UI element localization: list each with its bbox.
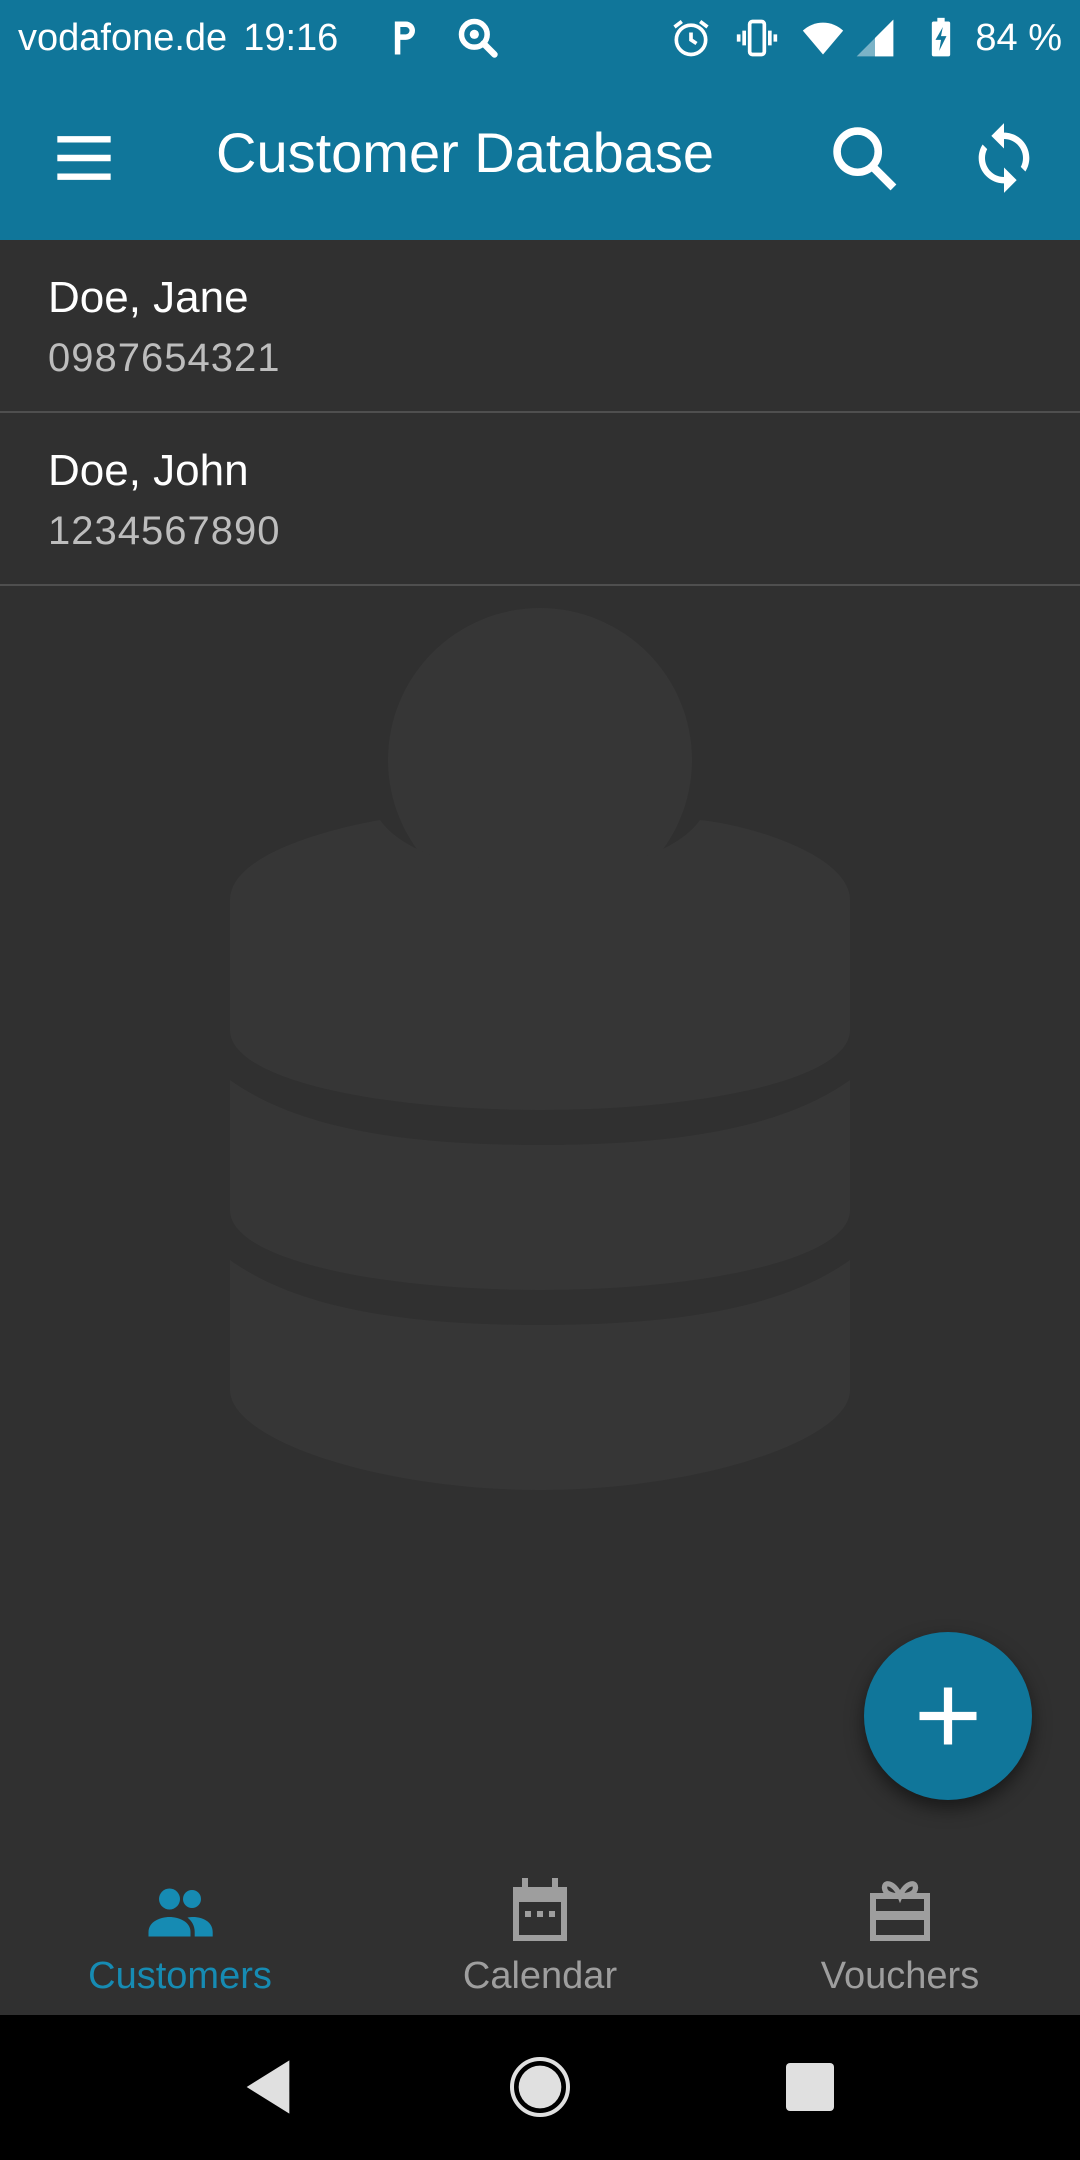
add-customer-button[interactable] [864,1632,1032,1800]
list-item[interactable]: Doe, Jane 0987654321 [0,240,1080,413]
customer-phone: 1234567890 [48,509,281,553]
vibrate-icon [735,16,779,60]
nav-label-customers: Customers [88,1955,272,1997]
sync-icon [978,123,1030,193]
carrier-label: vodafone.de [18,16,228,59]
page-title: Customer Database [216,121,715,184]
home-button[interactable] [508,2055,572,2119]
menu-button[interactable] [48,126,120,190]
bottom-navigation: Customers Calendar Vouchers [0,1845,1080,2015]
menu-icon [57,136,111,180]
signal-icon [853,16,897,60]
customer-phone: 0987654321 [48,336,281,380]
back-button[interactable] [236,2055,300,2119]
nav-item-calendar[interactable]: Calendar [360,1845,720,2015]
customer-name: Doe, John [48,446,249,495]
sync-button[interactable] [966,120,1042,196]
alarm-icon [669,16,713,60]
nav-item-vouchers[interactable]: Vouchers [720,1845,1080,2015]
home-icon [510,2057,570,2117]
list-item[interactable]: Doe, John 1234567890 [0,413,1080,586]
recents-button[interactable] [778,2055,842,2119]
clock: 19:16 [243,16,339,59]
database-watermark-icon [230,608,850,1490]
battery-percent: 84 % [975,16,1062,59]
calendar-icon [504,1875,576,1947]
app-bar: Customer Database [0,76,1080,240]
nav-item-customers[interactable]: Customers [0,1845,360,2015]
search-app-icon [456,16,500,60]
nav-label-calendar: Calendar [462,1955,618,1997]
search-icon [833,127,897,191]
battery-charging-icon [919,16,963,60]
nav-label-vouchers: Vouchers [820,1955,980,1997]
back-icon [246,2060,290,2114]
customer-list: Doe, Jane 0987654321 Doe, John 123456789… [0,240,1080,586]
people-icon [144,1875,216,1947]
customer-name: Doe, Jane [48,273,249,322]
plus-icon [919,1687,977,1745]
search-button[interactable] [826,120,902,196]
status-bar: vodafone.de 19:16 84 % [0,0,1080,76]
parking-app-icon [382,16,426,60]
system-navigation-bar [0,2015,1080,2160]
wifi-icon [801,16,845,60]
recents-icon [786,2063,834,2111]
gift-card-icon [864,1875,936,1947]
